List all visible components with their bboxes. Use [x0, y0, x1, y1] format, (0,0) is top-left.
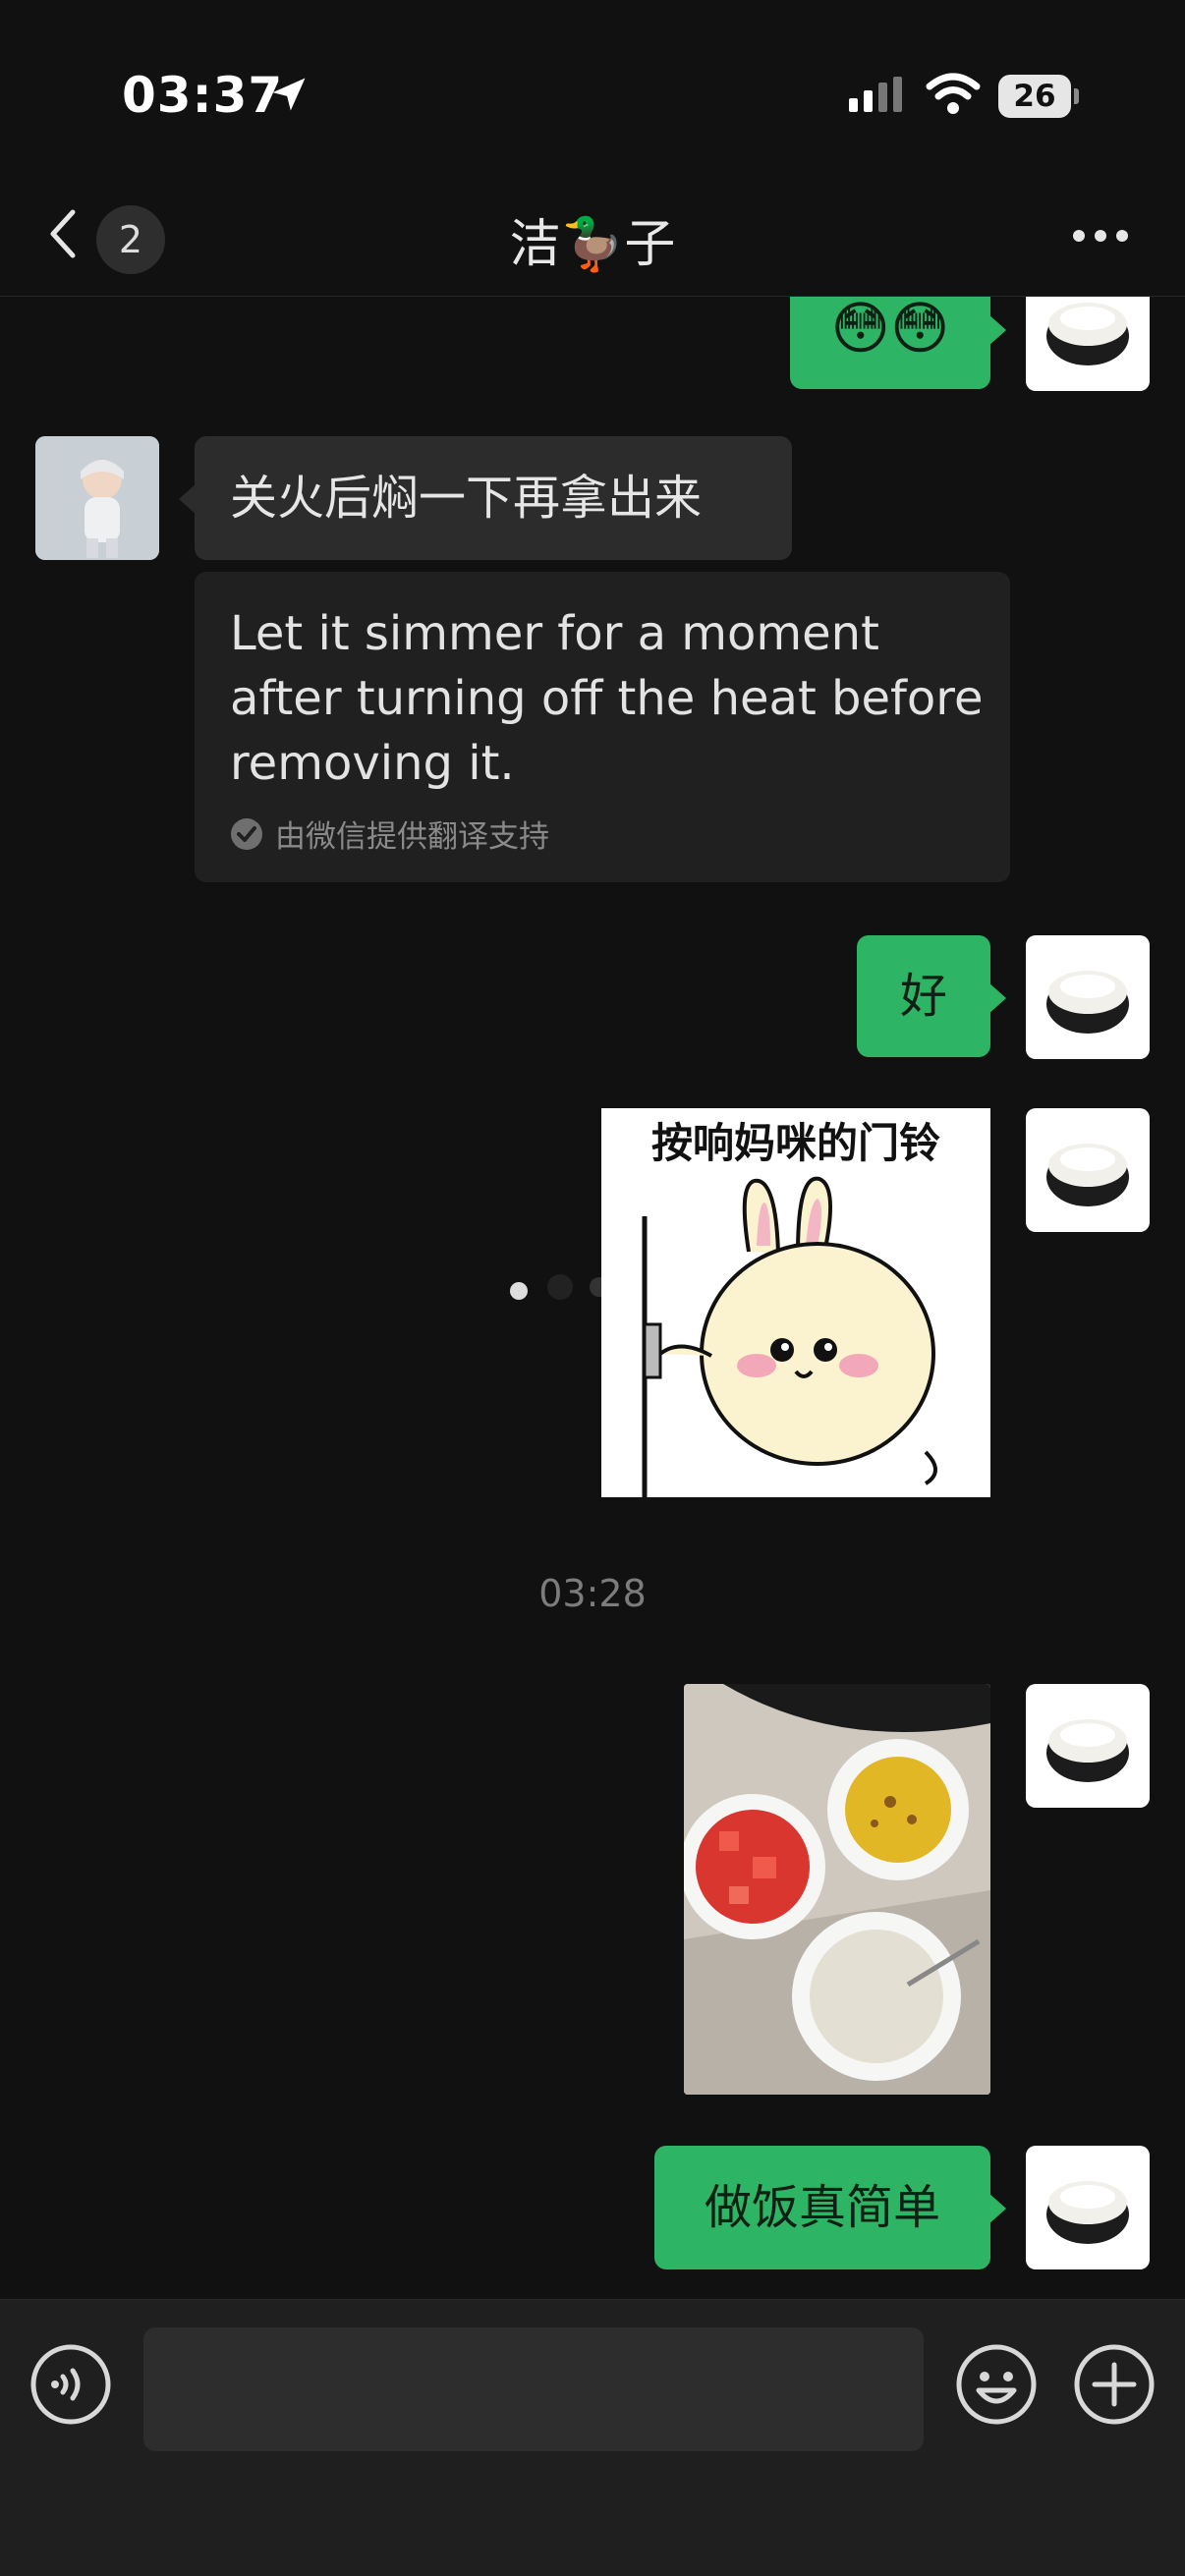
message-timestamp: 03:28	[538, 1572, 647, 1615]
message-bubble[interactable]: 关火后焖一下再拿出来	[179, 436, 792, 560]
wifi-icon	[926, 73, 981, 114]
rice-bowl-icon	[1046, 1719, 1129, 1782]
baby-photo	[35, 436, 159, 560]
emoji-icon[interactable]	[955, 2343, 1038, 2426]
plus-icon[interactable]	[1073, 2343, 1156, 2426]
rice-bowl-icon	[1046, 971, 1129, 1034]
avatar[interactable]	[1026, 2146, 1150, 2269]
rice-bowl-icon	[1046, 303, 1129, 365]
avatar[interactable]	[1026, 1108, 1150, 1232]
rice-bowl-icon	[1046, 1144, 1129, 1206]
translation-provider-label: 由微信提供翻译支持	[275, 819, 549, 855]
food-photo	[684, 1684, 990, 2095]
location-arrow-icon	[272, 78, 306, 111]
message-bubble[interactable]: 做饭真简单	[654, 2146, 1006, 2269]
message-bubble[interactable]: 好	[857, 935, 1006, 1057]
battery-level: 26	[998, 75, 1071, 118]
translation-text: Let it simmer for a moment after turning…	[230, 606, 984, 791]
input-bar	[0, 2299, 1185, 2576]
contact-avatar[interactable]	[35, 436, 159, 560]
check-circle-icon	[231, 817, 262, 850]
avatar[interactable]	[1026, 297, 1150, 391]
translation-note: 由微信提供翻译支持	[230, 812, 549, 856]
chat-title: 洁🦆子	[509, 215, 676, 274]
photo-message[interactable]	[684, 1684, 990, 2095]
translation-card[interactable]: Let it simmer for a moment after turning…	[195, 572, 1010, 882]
battery-icon: 26	[998, 75, 1079, 118]
avatar[interactable]	[1026, 935, 1150, 1059]
message-input[interactable]	[143, 2327, 924, 2451]
signal-icon	[849, 77, 902, 112]
rice-bowl-icon	[1046, 2181, 1129, 2244]
message-row-m1: 😳😳	[0, 297, 1185, 391]
voice-icon[interactable]	[29, 2343, 112, 2426]
unread-count-badge[interactable]: 2	[96, 205, 165, 274]
more-icon[interactable]	[1071, 228, 1130, 244]
message-bubble[interactable]: 😳😳	[790, 297, 1006, 389]
bunny-doorbell-sticker	[642, 1176, 937, 1497]
chat-header: 2 洁🦆子	[0, 187, 1185, 297]
avatar[interactable]	[1026, 1684, 1150, 1808]
sticker-message[interactable]: 按响妈咪的门铃	[601, 1108, 990, 1497]
back-chevron-icon[interactable]	[43, 204, 83, 263]
status-bar: 03:37 26	[0, 0, 1185, 187]
status-time: 03:37	[122, 67, 284, 124]
